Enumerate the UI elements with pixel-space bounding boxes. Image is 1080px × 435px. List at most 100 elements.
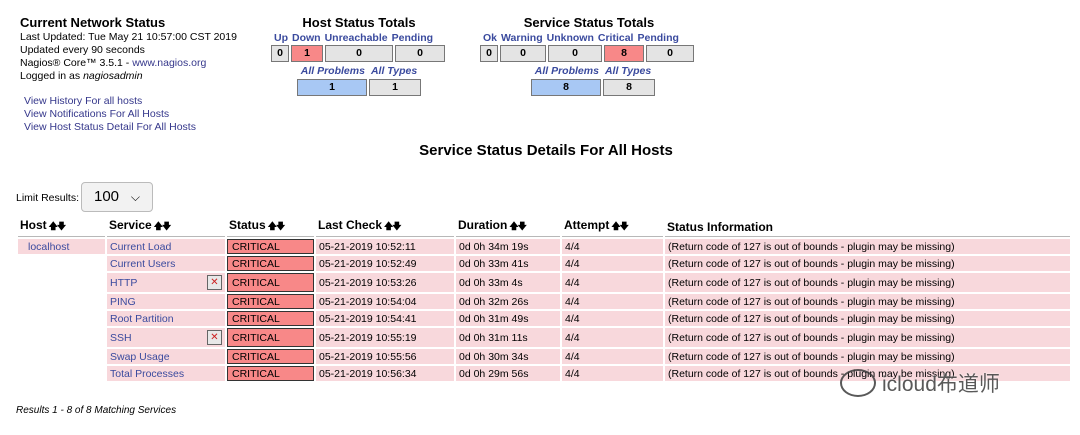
service-cell[interactable]: PING — [107, 294, 225, 309]
host-summary-labels: All Problems All Types — [271, 64, 447, 78]
chevron-down-icon: ⌵ — [130, 190, 140, 204]
column-header-duration[interactable]: Duration 🡅🡇 — [456, 216, 560, 237]
sort-arrows-icon[interactable]: 🡅🡇 — [611, 221, 628, 231]
service-all-types-count[interactable]: 8 — [603, 79, 655, 96]
version-text: Nagios® Core™ 3.5.1 - — [20, 57, 133, 69]
service-link[interactable]: Total Processes — [110, 368, 184, 380]
service-cell[interactable]: HTTP ✕ — [107, 273, 225, 292]
status-badge: CRITICAL — [227, 294, 314, 309]
service-link[interactable]: Root Partition — [110, 313, 174, 325]
service-all-problems-count[interactable]: 8 — [531, 79, 601, 96]
duration-cell: 0d 0h 31m 11s — [456, 328, 560, 347]
service-header-unknown[interactable]: Unknown — [547, 31, 594, 45]
service-status-table: Host 🡅🡇 Service 🡅🡇 Status 🡅🡇 Last Check 🡅🡇 D… — [16, 214, 1072, 383]
host-header-pending[interactable]: Pending — [392, 31, 433, 45]
column-header-status[interactable]: Status 🡅🡇 — [227, 216, 314, 237]
table-row: Swap Usage CRITICAL 05-21-2019 10:55:56 … — [18, 349, 1070, 364]
host-count-pending[interactable]: 0 — [395, 45, 445, 62]
service-link[interactable]: SSH — [110, 332, 132, 344]
service-cell[interactable]: SSH ✕ — [107, 328, 225, 347]
column-header-status-information: Status Information — [665, 216, 1070, 237]
status-badge: CRITICAL — [227, 366, 314, 381]
service-count-warning[interactable]: 0 — [500, 45, 546, 62]
service-link[interactable]: HTTP — [110, 277, 137, 289]
host-all-types-count[interactable]: 1 — [369, 79, 421, 96]
service-link[interactable]: Current Users — [110, 258, 175, 270]
service-link[interactable]: Swap Usage — [110, 351, 170, 363]
host-all-problems-label[interactable]: All Problems — [301, 64, 365, 78]
service-cell[interactable]: Current Load — [107, 239, 225, 254]
host-header-unreachable[interactable]: Unreachable — [325, 31, 388, 45]
host-header-down[interactable]: Down — [292, 31, 321, 45]
host-count-unreachable[interactable]: 0 — [325, 45, 393, 62]
service-header-warning[interactable]: Warning — [501, 31, 543, 45]
service-cell[interactable]: Swap Usage — [107, 349, 225, 364]
network-status-title: Current Network Status — [20, 15, 166, 30]
host-all-problems-count[interactable]: 1 — [297, 79, 367, 96]
status-information-cell: (Return code of 127 is out of bounds - p… — [665, 239, 1070, 254]
view-history-link[interactable]: View History For all hosts — [24, 95, 142, 107]
limit-results-select[interactable]: 100 ⌵ — [81, 182, 153, 212]
service-cell[interactable]: Root Partition — [107, 311, 225, 326]
status-information-cell: (Return code of 127 is out of bounds - p… — [665, 294, 1070, 309]
network-status-info: Current Network Status Last Updated: Tue… — [20, 15, 237, 83]
service-cell[interactable]: Total Processes — [107, 366, 225, 381]
service-link[interactable]: PING — [110, 296, 136, 308]
column-header-host[interactable]: Host 🡅🡇 — [18, 216, 105, 237]
column-header-attempt[interactable]: Attempt 🡅🡇 — [562, 216, 663, 237]
last-check-cell: 05-21-2019 10:54:04 — [316, 294, 454, 309]
last-updated: Last Updated: Tue May 21 10:57:00 CST 20… — [20, 31, 237, 43]
sort-arrows-icon[interactable]: 🡅🡇 — [154, 221, 171, 231]
host-all-types-label[interactable]: All Types — [371, 64, 417, 78]
version-line: Nagios® Core™ 3.5.1 - www.nagios.org — [20, 57, 237, 70]
host-header-up[interactable]: Up — [274, 31, 288, 45]
service-count-ok[interactable]: 0 — [480, 45, 498, 62]
host-totals-values: 0 1 0 0 — [271, 45, 447, 62]
notifications-disabled-icon[interactable]: ✕ — [207, 330, 222, 345]
status-badge: CRITICAL — [227, 256, 314, 271]
host-count-up[interactable]: 0 — [271, 45, 289, 62]
column-header-last-check[interactable]: Last Check 🡅🡇 — [316, 216, 454, 237]
host-totals-title: Host Status Totals — [302, 15, 416, 30]
view-notifications-link[interactable]: View Notifications For All Hosts — [24, 108, 169, 120]
nagios-link[interactable]: www.nagios.org — [132, 57, 206, 69]
table-row: localhost Current Load CRITICAL 05-21-20… — [18, 239, 1070, 254]
service-cell[interactable]: Current Users — [107, 256, 225, 271]
sort-arrows-icon[interactable]: 🡅🡇 — [268, 221, 285, 231]
view-host-status-link[interactable]: View Host Status Detail For All Hosts — [24, 121, 196, 133]
column-header-service[interactable]: Service 🡅🡇 — [107, 216, 225, 237]
notifications-disabled-icon[interactable]: ✕ — [207, 275, 222, 290]
host-count-down[interactable]: 1 — [291, 45, 323, 62]
status-badge: CRITICAL — [227, 273, 314, 292]
logged-in-line: Logged in as nagiosadmin — [20, 70, 237, 83]
chat-bubble-icon — [840, 369, 876, 397]
attempt-cell: 4/4 — [562, 256, 663, 271]
status-information-cell: (Return code of 127 is out of bounds - p… — [665, 349, 1070, 364]
sort-arrows-icon[interactable]: 🡅🡇 — [384, 221, 401, 231]
status-information-cell: (Return code of 127 is out of bounds - p… — [665, 328, 1070, 347]
host-cell-empty — [18, 328, 105, 347]
duration-cell: 0d 0h 33m 41s — [456, 256, 560, 271]
service-header-pending[interactable]: Pending — [637, 31, 678, 45]
service-all-types-label[interactable]: All Types — [605, 64, 651, 78]
service-link[interactable]: Current Load — [110, 241, 171, 253]
logged-in-prefix: Logged in as — [20, 70, 84, 82]
service-all-problems-label[interactable]: All Problems — [535, 64, 599, 78]
host-cell[interactable]: localhost — [18, 239, 105, 254]
sort-arrows-icon[interactable]: 🡅🡇 — [49, 221, 66, 231]
attempt-cell: 4/4 — [562, 239, 663, 254]
table-row: Current Users CRITICAL 05-21-2019 10:52:… — [18, 256, 1070, 271]
attempt-cell: 4/4 — [562, 273, 663, 292]
service-header-critical[interactable]: Critical — [598, 31, 634, 45]
sort-arrows-icon[interactable]: 🡅🡇 — [509, 221, 526, 231]
duration-cell: 0d 0h 29m 56s — [456, 366, 560, 381]
service-header-ok[interactable]: Ok — [483, 31, 497, 45]
service-totals-title: Service Status Totals — [523, 15, 655, 30]
service-summary-labels: All Problems All Types — [480, 64, 698, 78]
service-count-unknown[interactable]: 0 — [548, 45, 602, 62]
status-information-cell: (Return code of 127 is out of bounds - p… — [665, 256, 1070, 271]
service-count-pending[interactable]: 0 — [646, 45, 694, 62]
duration-cell: 0d 0h 32m 26s — [456, 294, 560, 309]
last-check-cell: 05-21-2019 10:54:41 — [316, 311, 454, 326]
service-count-critical[interactable]: 8 — [604, 45, 644, 62]
